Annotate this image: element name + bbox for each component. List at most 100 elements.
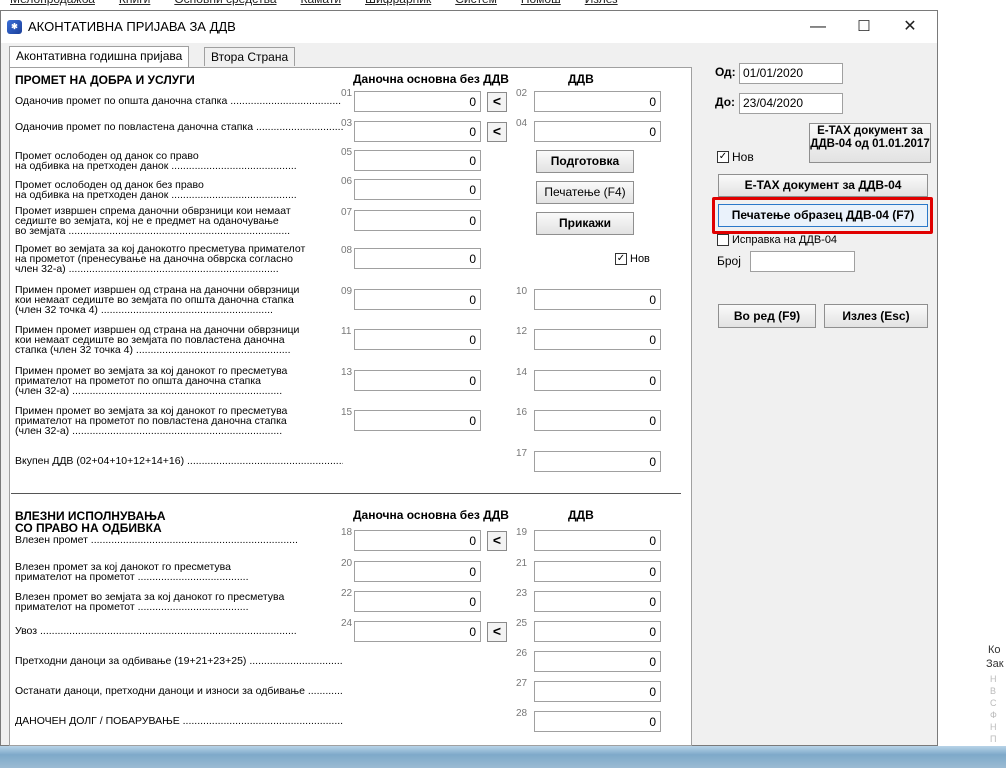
number-field[interactable] — [750, 251, 855, 272]
row-label: Останати даноци, претходни даноци и изно… — [15, 686, 343, 696]
etax-ddv04-button[interactable]: E-TAX документ за ДДВ-04 — [718, 174, 928, 197]
vat-amount-field[interactable]: 0 — [534, 530, 661, 551]
correction-label: Исправка на ДДВ-04 — [732, 234, 838, 246]
background-menubar: Мелопродажба Книги Основни средства Камати Ш… — [0, 0, 700, 6]
row-label: Увоз ...................................… — [15, 626, 297, 636]
desktop-text-8: П — [990, 734, 997, 744]
vat-amount-field[interactable]: 0 — [534, 711, 661, 732]
row-label: во земјата .............................… — [15, 226, 291, 236]
row-label: член 32-а) .............................… — [15, 264, 279, 274]
from-date-field[interactable]: 01/01/2020 — [739, 63, 843, 84]
vat-amount-field[interactable]: 0 — [534, 681, 661, 702]
field-number: 28 — [516, 708, 528, 719]
background-menu-item[interactable]: Шифрарник — [365, 0, 431, 6]
nov-checkbox-middle[interactable]: ✓ — [615, 253, 627, 265]
vat-amount-field[interactable]: 0 — [534, 91, 661, 112]
row-label: примателот на прометот .................… — [15, 602, 249, 612]
base-amount-field[interactable]: 0 — [354, 410, 481, 431]
etax-2017-button[interactable]: E-TAX документ за ДДВ-04 од 01.01.2017 — [809, 123, 931, 163]
close-button[interactable]: ✕ — [887, 11, 933, 43]
tab-second-page[interactable]: Втора Страна — [204, 47, 296, 66]
etax-2017-button-label: E-TAX документ за ДДВ-04 од 01.01.2017 — [810, 125, 930, 151]
title-bar[interactable]: ✱ АКОНТАТИВНА ПРИЈАВА ЗА ДДВ — ☐ ✕ — [1, 11, 937, 43]
print-f4-button[interactable]: Печатење (F4) — [536, 181, 634, 204]
copy-left-button[interactable]: < — [487, 531, 507, 551]
row-label: примателот на прометот .................… — [15, 572, 249, 582]
to-date-field[interactable]: 23/04/2020 — [739, 93, 843, 114]
desktop-taskbar-strip — [0, 746, 1006, 768]
field-number: 23 — [516, 588, 528, 599]
vat-amount-field[interactable]: 0 — [534, 289, 661, 310]
row-label: Промет во земјата за кој данокотго пресм… — [15, 244, 306, 254]
desktop-text-5: С — [990, 698, 997, 708]
exit-esc-button[interactable]: Излез (Esc) — [824, 304, 928, 328]
prepare-button[interactable]: Подготовка — [536, 150, 634, 173]
base-amount-field[interactable]: 0 — [354, 289, 481, 310]
row-label: на одбивка на претходен данок ..........… — [15, 190, 297, 200]
base-amount-field[interactable]: 0 — [354, 248, 481, 269]
desktop-text-7: Н — [990, 722, 997, 732]
minimize-button[interactable]: — — [795, 11, 841, 43]
vat-amount-field[interactable]: 0 — [534, 651, 661, 672]
app-logo-icon: ✱ — [7, 20, 22, 34]
base-amount-field[interactable]: 0 — [354, 179, 481, 200]
column-header-vat-2: ДДВ — [568, 508, 594, 522]
base-amount-field[interactable]: 0 — [354, 591, 481, 612]
field-number: 25 — [516, 618, 528, 629]
vat-amount-field[interactable]: 0 — [534, 410, 661, 431]
row-label: Промет ослободен од данок со право — [15, 151, 199, 161]
vat-amount-field[interactable]: 0 — [534, 451, 661, 472]
field-number: 08 — [341, 245, 353, 256]
field-number: 04 — [516, 118, 528, 129]
copy-left-button[interactable]: < — [487, 622, 507, 642]
vat-return-window: ✱ АКОНТАТИВНА ПРИЈАВА ЗА ДДВ — ☐ ✕ Аконт… — [0, 10, 938, 746]
base-amount-field[interactable]: 0 — [354, 91, 481, 112]
ok-f9-button[interactable]: Во ред (F9) — [718, 304, 816, 328]
base-amount-field[interactable]: 0 — [354, 561, 481, 582]
field-number: 07 — [341, 207, 353, 218]
field-number: 17 — [516, 448, 528, 459]
nov-label-right: Нов — [732, 150, 754, 164]
base-amount-field[interactable]: 0 — [354, 370, 481, 391]
background-menu-item[interactable]: Мелопродажба — [10, 0, 95, 6]
base-amount-field[interactable]: 0 — [354, 121, 481, 142]
field-number: 24 — [341, 618, 353, 629]
window-title: АКОНТАТИВНА ПРИЈАВА ЗА ДДВ — [28, 19, 236, 34]
maximize-button[interactable]: ☐ — [841, 11, 887, 43]
vat-amount-field[interactable]: 0 — [534, 561, 661, 582]
base-amount-field[interactable]: 0 — [354, 210, 481, 231]
base-amount-field[interactable]: 0 — [354, 621, 481, 642]
from-label: Од: — [715, 65, 736, 79]
copy-left-button[interactable]: < — [487, 92, 507, 112]
background-menu-item[interactable]: Книги — [119, 0, 150, 6]
row-label: Примен промет извршен од страна на даноч… — [15, 325, 300, 335]
vat-amount-field[interactable]: 0 — [534, 621, 661, 642]
nov-checkbox-right[interactable]: ✓ — [717, 151, 729, 163]
background-menu-item[interactable]: Помош — [521, 0, 561, 6]
section-title-input-2: СО ПРАВО НА ОДБИВКА — [15, 521, 162, 535]
background-menu-item[interactable]: Камати — [301, 0, 342, 6]
row-label: стапка (член 32 точка 4) ...............… — [15, 345, 291, 355]
background-menu-item[interactable]: Систем — [455, 0, 497, 6]
tab-annual-return[interactable]: Аконтативна годишна пријава — [9, 46, 190, 67]
background-menu-item[interactable]: Основни средства — [174, 0, 276, 6]
vat-amount-field[interactable]: 0 — [534, 370, 661, 391]
field-number: 10 — [516, 286, 528, 297]
correction-checkbox[interactable] — [717, 234, 729, 246]
base-amount-field[interactable]: 0 — [354, 530, 481, 551]
field-number: 20 — [341, 558, 353, 569]
vat-amount-field[interactable]: 0 — [534, 329, 661, 350]
row-label: ДАНОЧЕН ДОЛГ / ПОБАРУВАЊЕ ..............… — [15, 716, 343, 726]
row-label: седиште во земјата, кој не е предмет на … — [15, 216, 279, 226]
show-button[interactable]: Прикажи — [536, 212, 634, 235]
vat-amount-field[interactable]: 0 — [534, 591, 661, 612]
column-header-base: Даночна основна без ДДВ — [353, 72, 509, 86]
base-amount-field[interactable]: 0 — [354, 329, 481, 350]
copy-left-button[interactable]: < — [487, 122, 507, 142]
row-label: Примен промет извршен од страна на даноч… — [15, 285, 300, 295]
background-menu-item[interactable]: Излез — [585, 0, 618, 6]
row-label: Оданочив промет по општа даночна стапка … — [15, 96, 342, 106]
base-amount-field[interactable]: 0 — [354, 150, 481, 171]
section-divider — [11, 493, 681, 494]
vat-amount-field[interactable]: 0 — [534, 121, 661, 142]
